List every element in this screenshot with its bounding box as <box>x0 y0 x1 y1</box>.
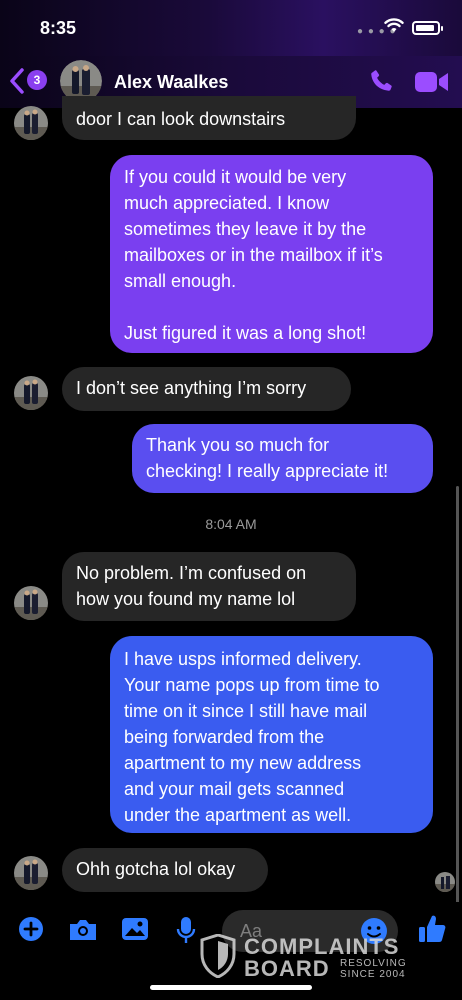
contact-name[interactable]: Alex Waalkes <box>114 72 228 93</box>
phone-icon[interactable] <box>368 68 394 94</box>
status-bar: 8:35 ● ● ● ● <box>0 0 462 56</box>
image-icon[interactable] <box>121 916 149 942</box>
thumbs-up-icon[interactable] <box>418 914 446 944</box>
plus-icon[interactable] <box>18 916 44 942</box>
battery-icon <box>412 21 443 35</box>
message-timestamp: 8:04 AM <box>205 516 257 532</box>
watermark-tagline-1: RESOLVING <box>340 958 407 969</box>
incoming-message[interactable]: Ohh gotcha lol okay <box>62 848 268 892</box>
outgoing-message[interactable]: If you could it would be very much appre… <box>110 155 433 353</box>
sender-avatar[interactable] <box>14 856 48 890</box>
incoming-message[interactable]: I don’t see anything I’m sorry <box>62 367 351 411</box>
sender-avatar[interactable] <box>14 106 48 140</box>
watermark-tagline-2: SINCE 2004 <box>340 969 406 980</box>
microphone-icon[interactable] <box>176 916 196 944</box>
incoming-message[interactable]: door I can look downstairs <box>62 96 356 140</box>
scrollbar[interactable] <box>456 486 459 906</box>
watermark-tagline: RESOLVING SINCE 2004 <box>340 958 407 980</box>
watermark-subtitle: BOARD <box>244 956 330 981</box>
complaints-board-watermark: COMPLAINTS BOARD RESOLVING SINCE 2004 <box>200 932 420 982</box>
outgoing-message[interactable]: I have usps informed delivery. Your name… <box>110 636 433 833</box>
wifi-icon <box>384 18 404 32</box>
read-receipt-avatar <box>435 872 455 892</box>
outgoing-message[interactable]: Thank you so much for checking! I really… <box>132 424 433 493</box>
shield-logo-icon <box>200 934 236 978</box>
unread-count-badge[interactable]: 3 <box>27 70 47 90</box>
camera-icon[interactable] <box>68 918 98 942</box>
sender-avatar[interactable] <box>14 586 48 620</box>
video-camera-icon[interactable] <box>415 71 449 93</box>
status-time: 8:35 <box>40 18 77 38</box>
back-chevron-icon[interactable] <box>10 68 24 94</box>
home-indicator[interactable] <box>150 985 312 990</box>
sender-avatar[interactable] <box>14 376 48 410</box>
incoming-message[interactable]: No problem. I’m confused on how you foun… <box>62 552 356 621</box>
